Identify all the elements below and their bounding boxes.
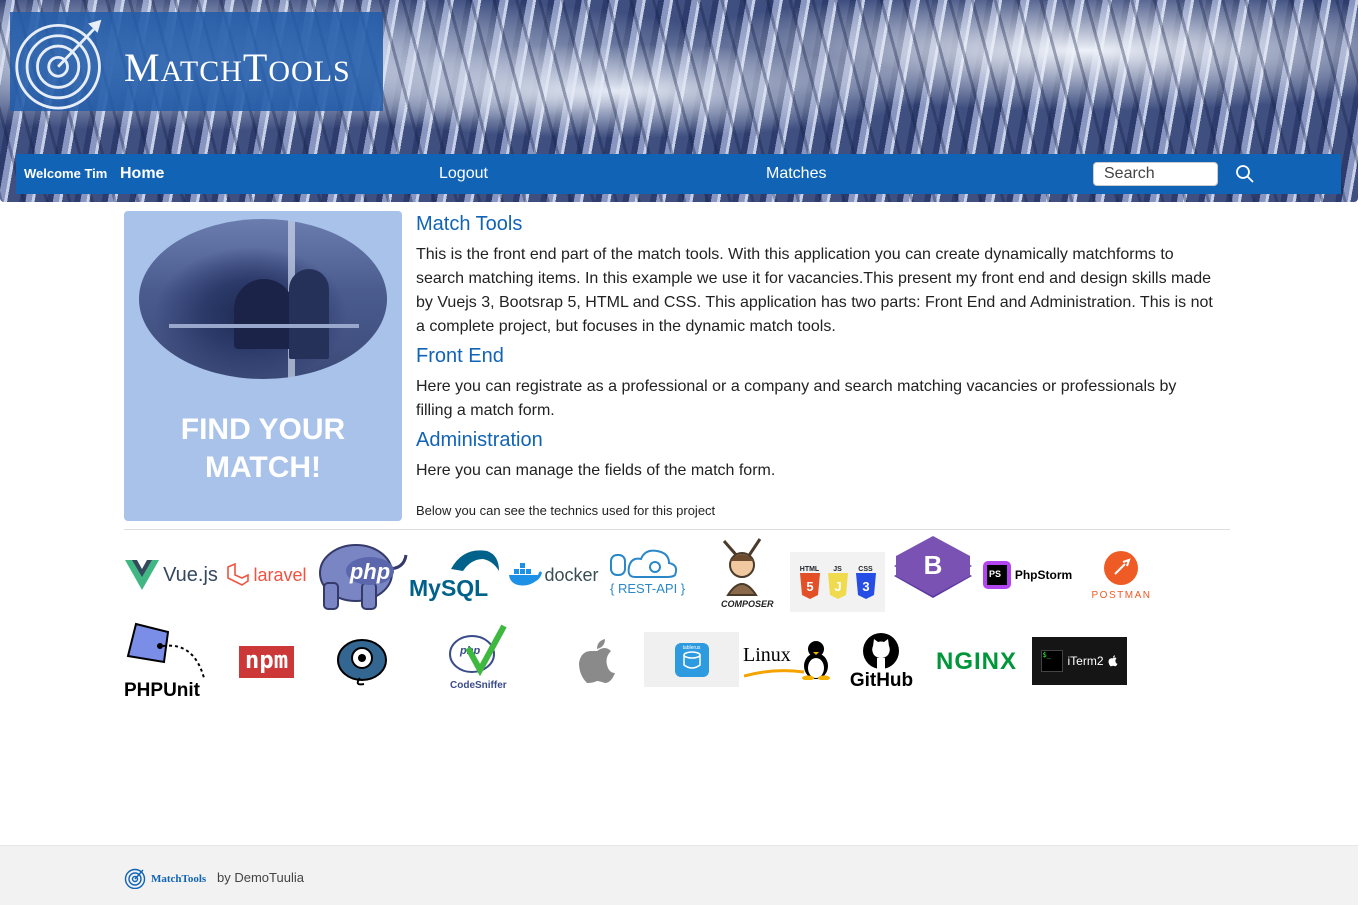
phpunit-tag-icon (126, 622, 205, 679)
welcome-text: Welcome Tim (24, 166, 108, 181)
php-elephant-logo: php (314, 535, 409, 615)
html-js-css-logo: HTML 5 JS J CSS 3 (790, 552, 885, 612)
svg-text:PS: PS (989, 569, 1001, 579)
technics-caption: Below you can see the technics used for … (416, 503, 716, 518)
find-match-title: FIND YOUR MATCH! (180, 413, 346, 484)
html5-icon: 5 (799, 572, 820, 599)
composer-conductor-icon (722, 538, 762, 596)
target-logo-icon (15, 19, 102, 110)
front-end-text: Here you can registrate as a professiona… (416, 378, 1177, 419)
apple-logo (549, 622, 644, 702)
iterm-apple-icon (1108, 655, 1117, 667)
laravel-logo: laravel (219, 535, 314, 615)
linux-swoosh-icon (744, 669, 804, 678)
css3-icon: 3 (855, 572, 876, 599)
administration-heading: Administration (416, 429, 543, 451)
cloud-api-icon (610, 549, 678, 578)
nginx-logo: NGINX (935, 648, 1017, 675)
github-logo: GitHub (834, 622, 929, 702)
postman-logo: POSTMAN (1074, 535, 1169, 615)
npm-logo: npm (219, 622, 314, 702)
main-navbar: Welcome Tim Home Logout Matches (16, 154, 1341, 194)
administration-text: Here you can manage the fields of the ma… (416, 462, 776, 479)
docker-logo: docker (506, 535, 601, 615)
phpstorm-logo: PS PhpStorm (980, 535, 1075, 615)
rest-api-logo: { REST-API } (601, 535, 696, 615)
header-banner: MATCHTOOLS Welcome Tim Home Logout Match… (0, 0, 1358, 202)
vuejs-logo: Vue.js (124, 535, 219, 615)
nav-logout-link[interactable]: Logout (439, 165, 488, 183)
database-icon (682, 650, 701, 669)
site-logo[interactable]: MATCHTOOLS (10, 12, 383, 111)
linux-logo: Linux (740, 622, 835, 702)
search-input[interactable] (1093, 162, 1218, 186)
postgresql-logo (314, 622, 409, 702)
composer-logo: COMPOSER (696, 535, 791, 615)
match-tools-heading: Match Tools (416, 213, 523, 235)
section-divider (124, 529, 1230, 530)
codesniffer-logo: php CodeSniffer (428, 622, 523, 702)
mysql-dolphin-icon (451, 550, 499, 571)
svg-text:J: J (834, 579, 841, 594)
docker-whale-icon (509, 563, 543, 586)
postman-icon (1104, 550, 1139, 585)
tux-penguin-icon (802, 641, 830, 680)
footer-credit: by DemoTuulia (217, 870, 304, 885)
search-icon[interactable] (1235, 164, 1255, 184)
nav-home-link[interactable]: Home (120, 165, 164, 183)
apple-icon (578, 639, 615, 683)
footer: MatchTools by DemoTuulia (0, 845, 1358, 905)
php-elephant-icon: php (319, 544, 408, 610)
front-end-heading: Front End (416, 345, 504, 367)
logo-wordmark: MATCHTOOLS (124, 45, 351, 90)
javascript-icon: J (827, 572, 848, 599)
footer-logo-text[interactable]: MatchTools (151, 873, 206, 885)
svg-text:5: 5 (806, 579, 813, 594)
iterm2-logo: $_ iTerm2 (1032, 637, 1127, 685)
mysql-logo: MySQL (409, 535, 504, 615)
svg-text:3: 3 (862, 579, 869, 594)
office-photo (139, 219, 387, 379)
match-tools-text: This is the front end part of the match … (416, 246, 1213, 335)
phpstorm-icon: PS (982, 561, 1011, 589)
footer-target-logo-icon[interactable] (124, 867, 146, 889)
nav-matches-link[interactable]: Matches (766, 165, 826, 183)
postgres-elephant-icon (336, 639, 387, 686)
tableplus-logo: tablerus (644, 632, 739, 687)
svg-text:php: php (349, 559, 390, 584)
find-match-card: FIND YOUR MATCH! (124, 211, 402, 521)
laravel-icon (227, 563, 250, 586)
codesniffer-icon: php (449, 624, 507, 676)
vue-icon (125, 560, 160, 590)
phpunit-logo: PHPUnit (122, 622, 217, 702)
bootstrap-icon: B (893, 536, 972, 598)
github-octocat-icon (863, 633, 900, 669)
bootstrap-logo: B (885, 535, 980, 615)
svg-text:B: B (923, 550, 942, 580)
